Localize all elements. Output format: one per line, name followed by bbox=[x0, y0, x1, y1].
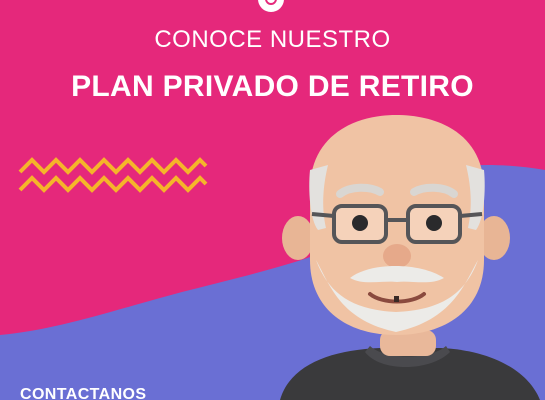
logo-ring bbox=[265, 0, 277, 5]
promo-canvas: CONOCE NUESTRO PLAN PRIVADO DE RETIRO CO… bbox=[0, 0, 545, 400]
left-eye bbox=[352, 215, 368, 231]
glasses-right-arm bbox=[459, 212, 483, 218]
tooth-gap bbox=[394, 296, 399, 302]
left-ear bbox=[282, 216, 314, 260]
right-eye bbox=[426, 215, 442, 231]
elderly-man-avatar bbox=[280, 115, 540, 400]
zigzag-decoration bbox=[18, 157, 208, 193]
eyebrow-text: CONOCE NUESTRO bbox=[154, 26, 391, 53]
glasses-left-arm bbox=[311, 212, 335, 218]
nose-shape bbox=[383, 244, 411, 268]
headline-title: PLAN PRIVADO DE RETIRO bbox=[71, 70, 474, 103]
contact-cta[interactable]: CONTACTANOS bbox=[20, 386, 146, 400]
